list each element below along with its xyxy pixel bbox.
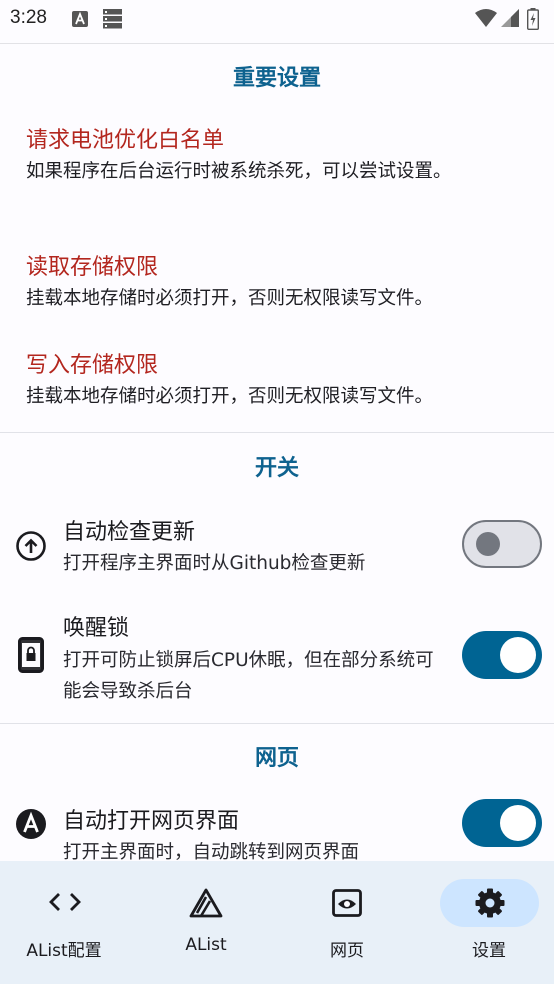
switch-desc: 打开程序主界面时从Github检查更新 [63,553,366,574]
lock-phone-icon [18,637,44,677]
pref-desc: 挂载本地存储时必须打开，否则无权限读写文件。 [26,386,434,407]
switch-title: 自动检查更新 [63,520,196,545]
upload-circle-icon [15,530,47,566]
switch-desc: 打开可防止锁屏后CPU休眠，但在部分系统可能会导致杀后台 [63,650,434,702]
toggle-knob [476,532,500,556]
toggle-knob [500,805,536,841]
a-notification-icon [72,11,88,31]
nav-item-web[interactable]: 网页 [278,861,416,984]
switch-title: 唤醒锁 [63,616,130,641]
nav-item-alist[interactable]: AList [137,861,275,984]
toggle-knob [500,637,536,673]
alist-logo-icon [189,888,223,922]
section-title-important: 重要设置 [232,66,321,91]
pref-title: 写入存储权限 [26,353,159,378]
switch-title: 自动打开网页界面 [63,809,240,834]
wifi-icon [475,9,497,31]
nav-label: 网页 [330,941,364,961]
pref-desc: 挂载本地存储时必须打开，否则无权限读写文件。 [26,288,434,309]
web-icon [332,889,362,921]
section-title-web: 网页 [254,746,299,771]
settings-scroll-area[interactable]: 重要设置 请求电池优化白名单 如果程序在后台运行时被系统杀死，可以尝试设置。 读… [0,40,554,861]
storage-icon [103,9,122,33]
bottom-navigation: AList配置 AList 网页 设置 [0,861,554,984]
settings-icon [474,887,506,923]
nav-item-settings[interactable]: 设置 [420,861,554,984]
a-circle-icon [15,808,47,844]
pref-desc: 如果程序在后台运行时被系统杀死，可以尝试设置。 [26,161,452,182]
nav-item-alist-config[interactable]: AList配置 [0,861,133,984]
auto-update-toggle[interactable] [462,520,542,568]
status-time: 3:28 [10,7,47,28]
section-title-switches: 开关 [254,456,299,481]
battery-icon [526,8,540,34]
nav-label: AList配置 [26,941,102,961]
auto-open-web-toggle[interactable] [462,799,542,847]
signal-icon [501,9,519,31]
switch-desc: 打开主界面时，自动跳转到网页界面 [63,842,360,861]
pref-title: 读取存储权限 [26,255,159,280]
nav-label: 设置 [472,941,506,961]
wake-lock-toggle[interactable] [462,631,542,679]
status-bar: 3:28 [0,0,554,40]
nav-label: AList [185,935,227,955]
code-icon [49,892,81,916]
section-divider [0,723,554,724]
pref-title: 请求电池优化白名单 [26,128,225,153]
section-divider [0,432,554,433]
